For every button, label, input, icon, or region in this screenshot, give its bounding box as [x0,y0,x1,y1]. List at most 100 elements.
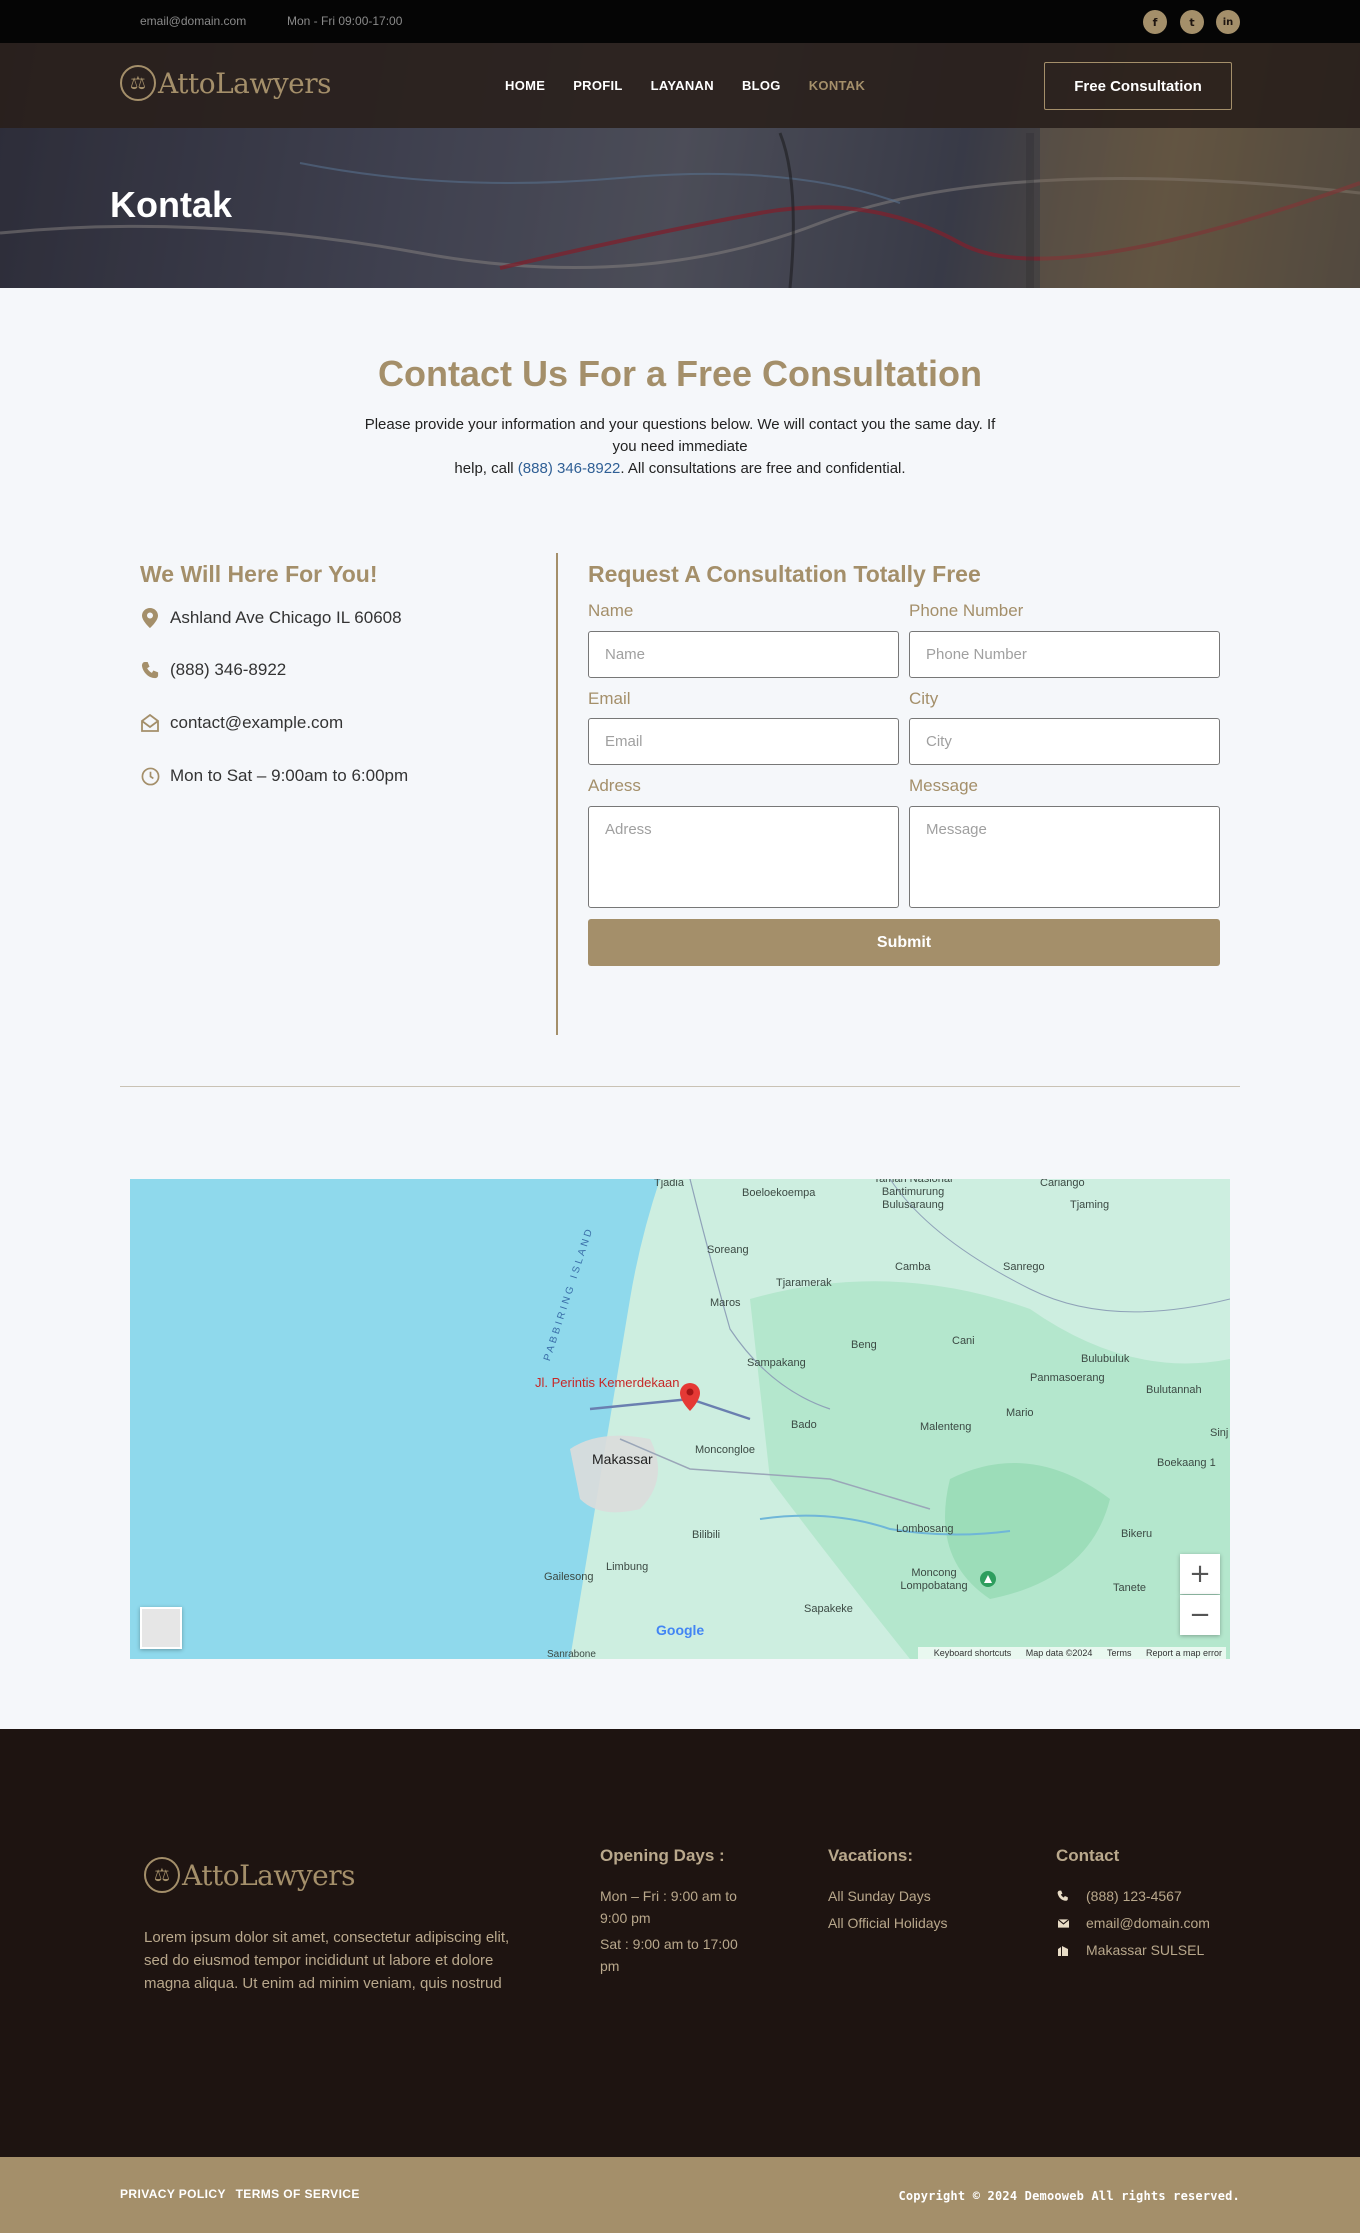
vacations-title: Vacations: [828,1846,914,1865]
map-place-label: Tjadia [654,1179,684,1189]
zoom-out-button[interactable]: − [1180,1595,1220,1635]
clock-icon [140,766,160,786]
map-place-label: Boekaang 1 [1157,1457,1216,1469]
footer-logo-text: AttoLawyers [182,1858,356,1892]
nav-home[interactable]: HOME [505,78,545,93]
footer-phone-text: (888) 123-4567 [1086,1888,1182,1904]
map-layer-toggle[interactable] [140,1607,182,1649]
legal-links: PRIVACY POLICY TERMS OF SERVICE [120,2187,366,2201]
map-marker-label[interactable]: Jl. Perintis Kemerdekaan [535,1375,680,1390]
phone-icon [1056,1890,1070,1902]
copyright: Copyright © 2024 Demooweb All rights res… [898,2189,1240,2203]
map-place-label: Boeloekoempa [742,1187,816,1199]
vacation-sundays: All Sunday Days [828,1888,931,1904]
footer-phone: (888) 123-4567 [1056,1888,1182,1904]
keyboard-shortcuts-link[interactable]: Keyboard shortcuts [934,1648,1012,1658]
map-attribution: Keyboard shortcuts Map data ©2024 Terms … [917,1647,1226,1659]
email-input[interactable]: Email [588,718,899,765]
message-label: Message [909,776,978,795]
city-input[interactable]: City [909,718,1220,765]
terms-link[interactable]: Terms [1107,1648,1132,1658]
map-place-label: Limbung [606,1561,649,1573]
map-place-label: Bikeru [1121,1528,1153,1540]
twitter-icon[interactable]: t [1180,10,1204,34]
info-email: contact@example.com [140,713,343,733]
map-place-label: Sinj [1210,1427,1229,1439]
top-hours: Mon - Fri 09:00-17:00 [287,14,403,28]
vacation-holidays: All Official Holidays [828,1915,948,1931]
contact-info-title: We Will Here For You! [140,561,378,587]
map-place-label: Sampakang [747,1357,806,1369]
phone-input[interactable]: Phone Number [909,631,1220,678]
map-place-label: Maros [710,1297,741,1309]
logo-text: AttoLawyers [158,66,332,100]
name-label: Name [588,601,634,620]
map-place-label: Bado [791,1419,817,1431]
map-place-label: Taman Nasional Bantimurung Bulusaraung [873,1179,953,1211]
google-logo: Google [656,1622,705,1638]
main-nav: HOME PROFIL LAYANAN BLOG KONTAK [505,78,893,93]
report-map-error-link[interactable]: Report a map error [1146,1648,1222,1658]
email-label: Email [588,689,631,708]
opening-saturday: Sat : 9:00 am to 17:00 pm [600,1936,738,1974]
info-phone-text: (888) 346-8922 [170,660,287,679]
phone-label: Phone Number [909,601,1024,620]
map-place-label: Sapakeke [804,1603,853,1615]
footer: ⚖ AttoLawyers Lorem ipsum dolor sit amet… [0,1729,1360,2157]
horizontal-divider [120,1086,1240,1087]
facebook-icon[interactable]: f [1143,10,1167,34]
address-textarea[interactable]: Adress [588,806,899,908]
footer-email-text[interactable]: email@domain.com [1086,1915,1210,1931]
map-canvas[interactable] [130,1179,1230,1659]
message-textarea[interactable]: Message [909,806,1220,908]
info-email-text[interactable]: contact@example.com [170,713,343,733]
privacy-policy-link[interactable]: PRIVACY POLICY [120,2187,226,2201]
nav-layanan[interactable]: LAYANAN [651,78,714,93]
intro-phone-link[interactable]: (888) 346-8922 [518,460,621,477]
map-place-label: Moncongloe [695,1444,755,1456]
name-input[interactable]: Name [588,631,899,678]
footer-location: Makassar SULSEL [1056,1942,1204,1958]
opening-weekday: Mon – Fri : 9:00 am to 9:00 pm [600,1888,737,1926]
form-title: Request A Consultation Totally Free [588,561,981,587]
building-icon [1056,1945,1070,1956]
map-place-label: Bulutannah [1146,1384,1202,1396]
map-place-label: Bilibili [692,1529,721,1541]
map-city-label: Makassar [592,1451,653,1467]
map-place-label: Malenteng [920,1421,972,1433]
map-place-label: Cariango [1040,1179,1085,1189]
page-title: Kontak [110,184,233,225]
nav-kontak[interactable]: KONTAK [809,78,865,93]
map-place-label: Cani [952,1335,975,1347]
map-place-label: Sanrabone [547,1649,596,1659]
info-address-text: Ashland Ave Chicago IL 60608 [170,608,402,627]
map-place-label: Soreang [707,1244,749,1256]
map-place-label: Moncong Lompobatang [900,1567,968,1592]
footer-location-text: Makassar SULSEL [1086,1942,1205,1958]
nav-blog[interactable]: BLOG [742,78,781,93]
zoom-in-button[interactable]: + [1180,1554,1220,1594]
intro-text-prefix: help, call [454,460,518,477]
map-place-label: Beng [851,1339,877,1351]
info-address: Ashland Ave Chicago IL 60608 [140,608,402,628]
map-place-label: Tjaramerak [776,1277,832,1289]
free-consultation-button[interactable]: Free Consultation [1044,62,1232,110]
map-place-label: Sanrego [1003,1261,1045,1273]
map-place-label: Gailesong [544,1571,594,1583]
envelope-icon [140,713,160,733]
map-place-label: Lombosang [896,1523,954,1535]
phone-icon [140,660,160,680]
terms-of-service-link[interactable]: TERMS OF SERVICE [236,2187,360,2201]
scales-icon: ⚖ [120,65,156,101]
top-email[interactable]: email@domain.com [140,14,246,28]
footer-email: email@domain.com [1056,1915,1210,1931]
footer-logo[interactable]: ⚖ AttoLawyers [144,1857,356,1893]
google-map[interactable]: Jl. Perintis Kemerdekaan Makassar Tjadia… [130,1179,1230,1659]
header-logo[interactable]: ⚖ AttoLawyers [120,65,332,101]
footer-contact-title: Contact [1056,1846,1120,1865]
linkedin-icon[interactable]: in [1216,10,1240,34]
submit-button[interactable]: Submit [588,919,1220,966]
map-place-label: Mario [1006,1407,1034,1419]
nav-profil[interactable]: PROFIL [573,78,622,93]
map-place-label: Bulubuluk [1081,1353,1130,1365]
